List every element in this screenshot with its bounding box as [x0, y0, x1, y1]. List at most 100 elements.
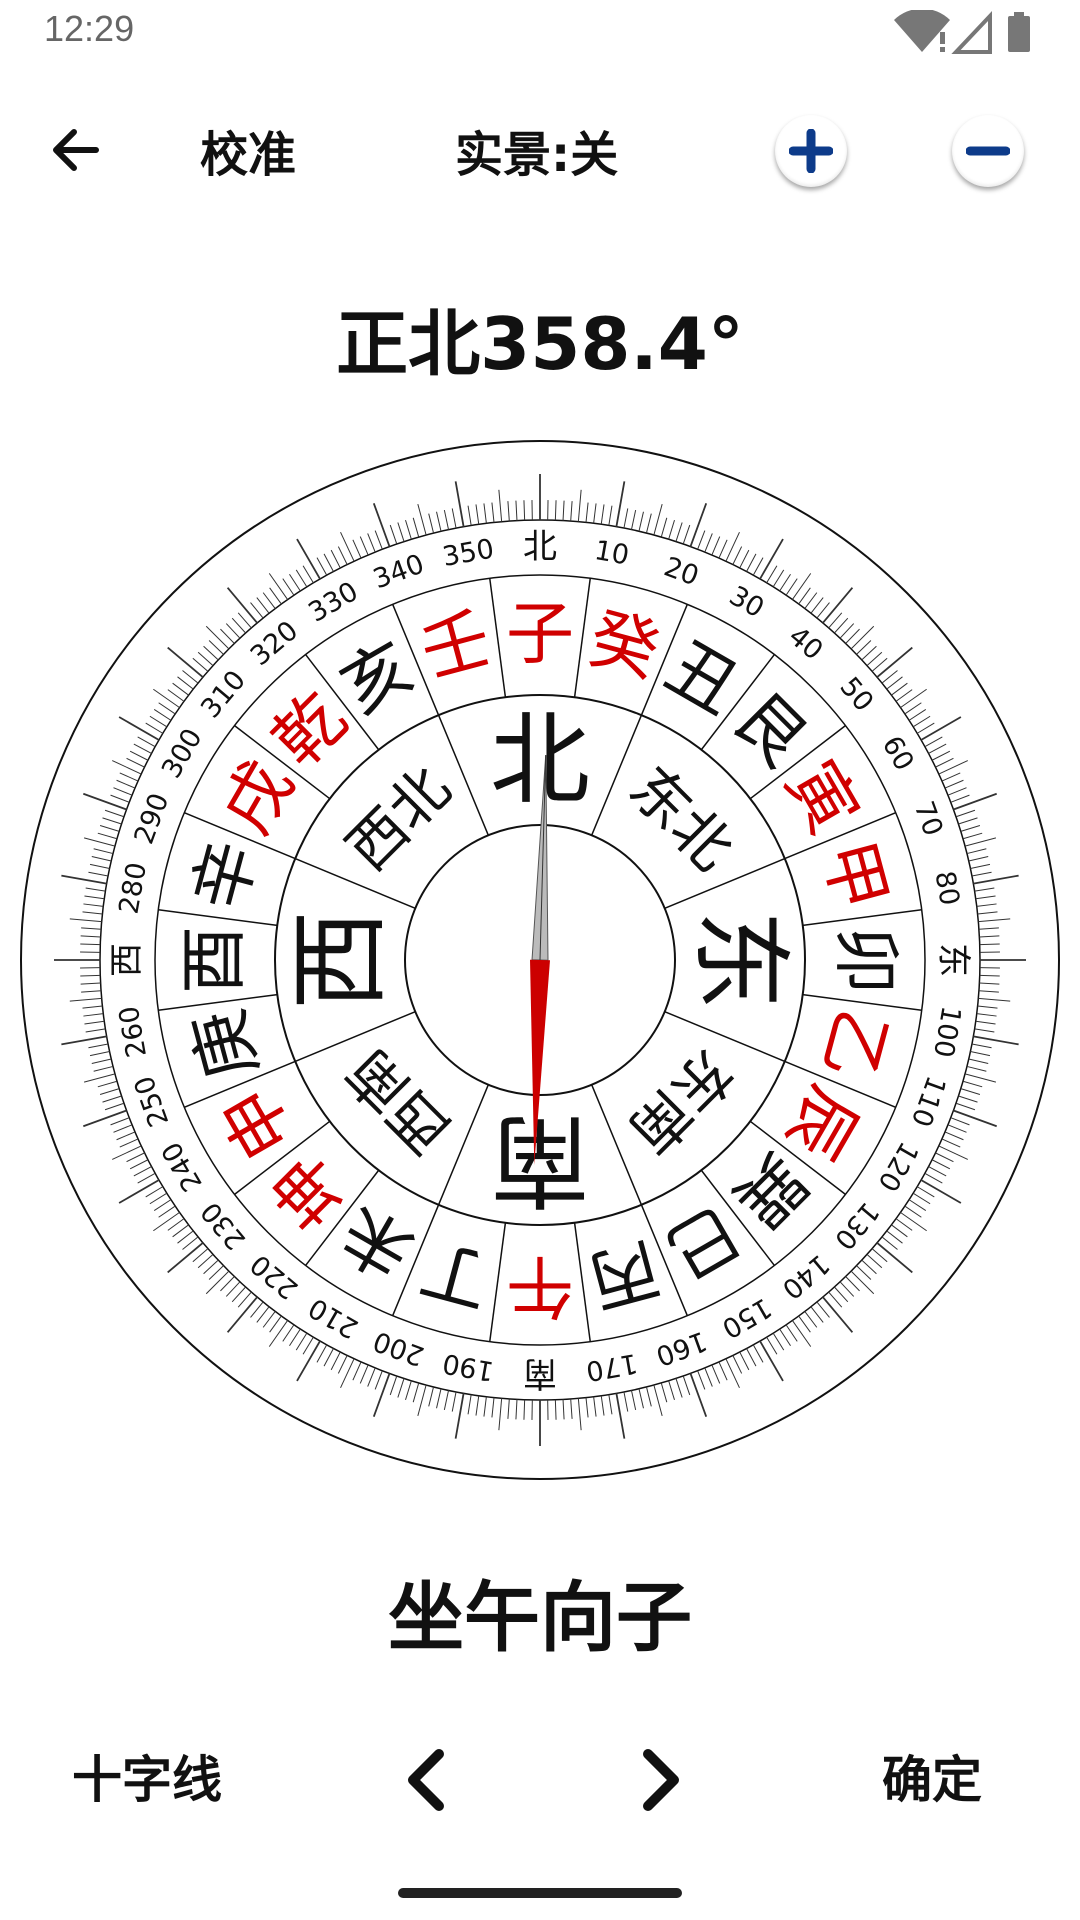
degree-tick: [977, 911, 998, 915]
degree-tick: [891, 682, 908, 696]
degree-tick: [83, 1073, 116, 1083]
degree-tick: [953, 1109, 997, 1128]
signal-icon: [951, 10, 992, 54]
degree-tick: [660, 1382, 668, 1403]
degree-tick: [237, 612, 252, 629]
degree-tick: [483, 1396, 487, 1417]
degree-tick: [149, 715, 168, 728]
degree-tick: [856, 640, 872, 655]
degree-tick: [739, 1351, 750, 1371]
chevron-left-icon: [408, 1749, 444, 1811]
degree-tick: [979, 943, 1000, 946]
degree-label: 340: [369, 549, 428, 596]
degree-tick: [192, 1248, 209, 1263]
degree-tick: [871, 657, 888, 672]
degree-tick: [316, 1344, 328, 1363]
degree-tick: [177, 1230, 194, 1244]
degree-tick: [850, 1270, 875, 1295]
degree-tick: [785, 578, 798, 596]
crosshair-button[interactable]: 十字线: [72, 1740, 222, 1812]
degree-label: 南: [523, 1353, 557, 1393]
home-indicator[interactable]: [398, 1888, 682, 1898]
degree-tick: [810, 597, 824, 614]
degree-tick: [704, 533, 713, 553]
degree-tick: [405, 519, 412, 540]
degree-tick: [507, 1398, 510, 1419]
degree-tick: [81, 927, 102, 930]
degree-tick: [608, 505, 613, 526]
degree-tick: [978, 918, 1011, 923]
prev-button[interactable]: [395, 1740, 455, 1820]
degree-tick: [93, 1065, 114, 1072]
mountain-label: 寅: [770, 748, 872, 846]
degree-tick: [866, 1254, 883, 1269]
degree-tick: [935, 757, 954, 768]
degree-tick: [966, 1065, 987, 1072]
degree-tick: [974, 887, 995, 892]
degree-tick: [231, 617, 246, 634]
degree-tick: [924, 1172, 943, 1184]
degree-tick: [296, 538, 321, 580]
zoom-out-button[interactable]: [952, 115, 1024, 187]
degree-tick: [682, 524, 691, 545]
degree-tick: [839, 623, 855, 639]
degree-tick: [660, 517, 668, 538]
degree-tick: [197, 1254, 214, 1269]
compass-dial[interactable]: 北 10 20 30 40 50 60 70 80 东 100 110 120 130 140 150 160 1…: [20, 440, 1060, 1480]
mountain-label: 乙: [807, 1001, 901, 1087]
mountain-divider: [158, 993, 278, 1011]
degree-tick: [834, 1286, 849, 1303]
degree-label: 200: [369, 1325, 428, 1372]
degree-tick: [966, 848, 987, 855]
degree-tick: [585, 502, 589, 523]
degree-tick: [323, 553, 334, 572]
degree-tick: [746, 553, 757, 572]
degree-tick: [772, 1332, 785, 1351]
degree-tick: [436, 511, 442, 532]
mountain-label: 丁: [413, 1227, 499, 1321]
degree-tick: [81, 990, 102, 993]
degree-tick: [302, 1336, 314, 1355]
degree-tick: [759, 538, 784, 580]
degree-tick: [83, 792, 127, 811]
back-button[interactable]: [40, 110, 110, 190]
degree-tick: [711, 1364, 721, 1384]
degree-tick: [352, 539, 362, 559]
degree-tick: [412, 517, 420, 538]
degree-tick: [895, 689, 913, 702]
mountain-label: 亥: [328, 627, 426, 729]
degree-tick: [102, 817, 122, 825]
degree-tick: [908, 709, 927, 721]
degree-tick: [80, 943, 101, 946]
live-view-toggle[interactable]: 实景:关: [455, 110, 618, 190]
mountain-label: 甲: [807, 833, 901, 919]
degree-tick: [908, 1199, 927, 1211]
degree-tick: [630, 1390, 637, 1411]
degree-tick: [289, 573, 301, 592]
degree-tick: [225, 1281, 241, 1297]
degree-tick: [359, 1364, 369, 1384]
degree-tick: [84, 895, 105, 900]
degree-tick: [689, 503, 708, 547]
degree-tick: [220, 628, 235, 644]
degree-tick: [220, 1276, 235, 1292]
degree-tick: [282, 1324, 295, 1342]
wifi-icon: [894, 10, 950, 52]
degree-tick: [397, 1378, 405, 1398]
zoom-in-button[interactable]: [775, 115, 847, 187]
degree-tick: [900, 688, 927, 709]
degree-tick: [177, 676, 194, 690]
degree-tick: [871, 1248, 888, 1263]
next-button[interactable]: [632, 1740, 692, 1820]
degree-label: 30: [724, 580, 769, 624]
degree-tick: [653, 1384, 663, 1417]
degree-label: 290: [129, 789, 176, 848]
degree-tick: [960, 1088, 981, 1095]
degree-tick: [668, 519, 675, 540]
degree-tick: [668, 1380, 675, 1401]
degree-tick: [99, 1088, 120, 1095]
confirm-button[interactable]: 确定: [882, 1740, 982, 1812]
calibrate-button[interactable]: 校准: [200, 110, 296, 190]
degree-tick: [971, 871, 992, 877]
degree-tick: [340, 1358, 355, 1388]
